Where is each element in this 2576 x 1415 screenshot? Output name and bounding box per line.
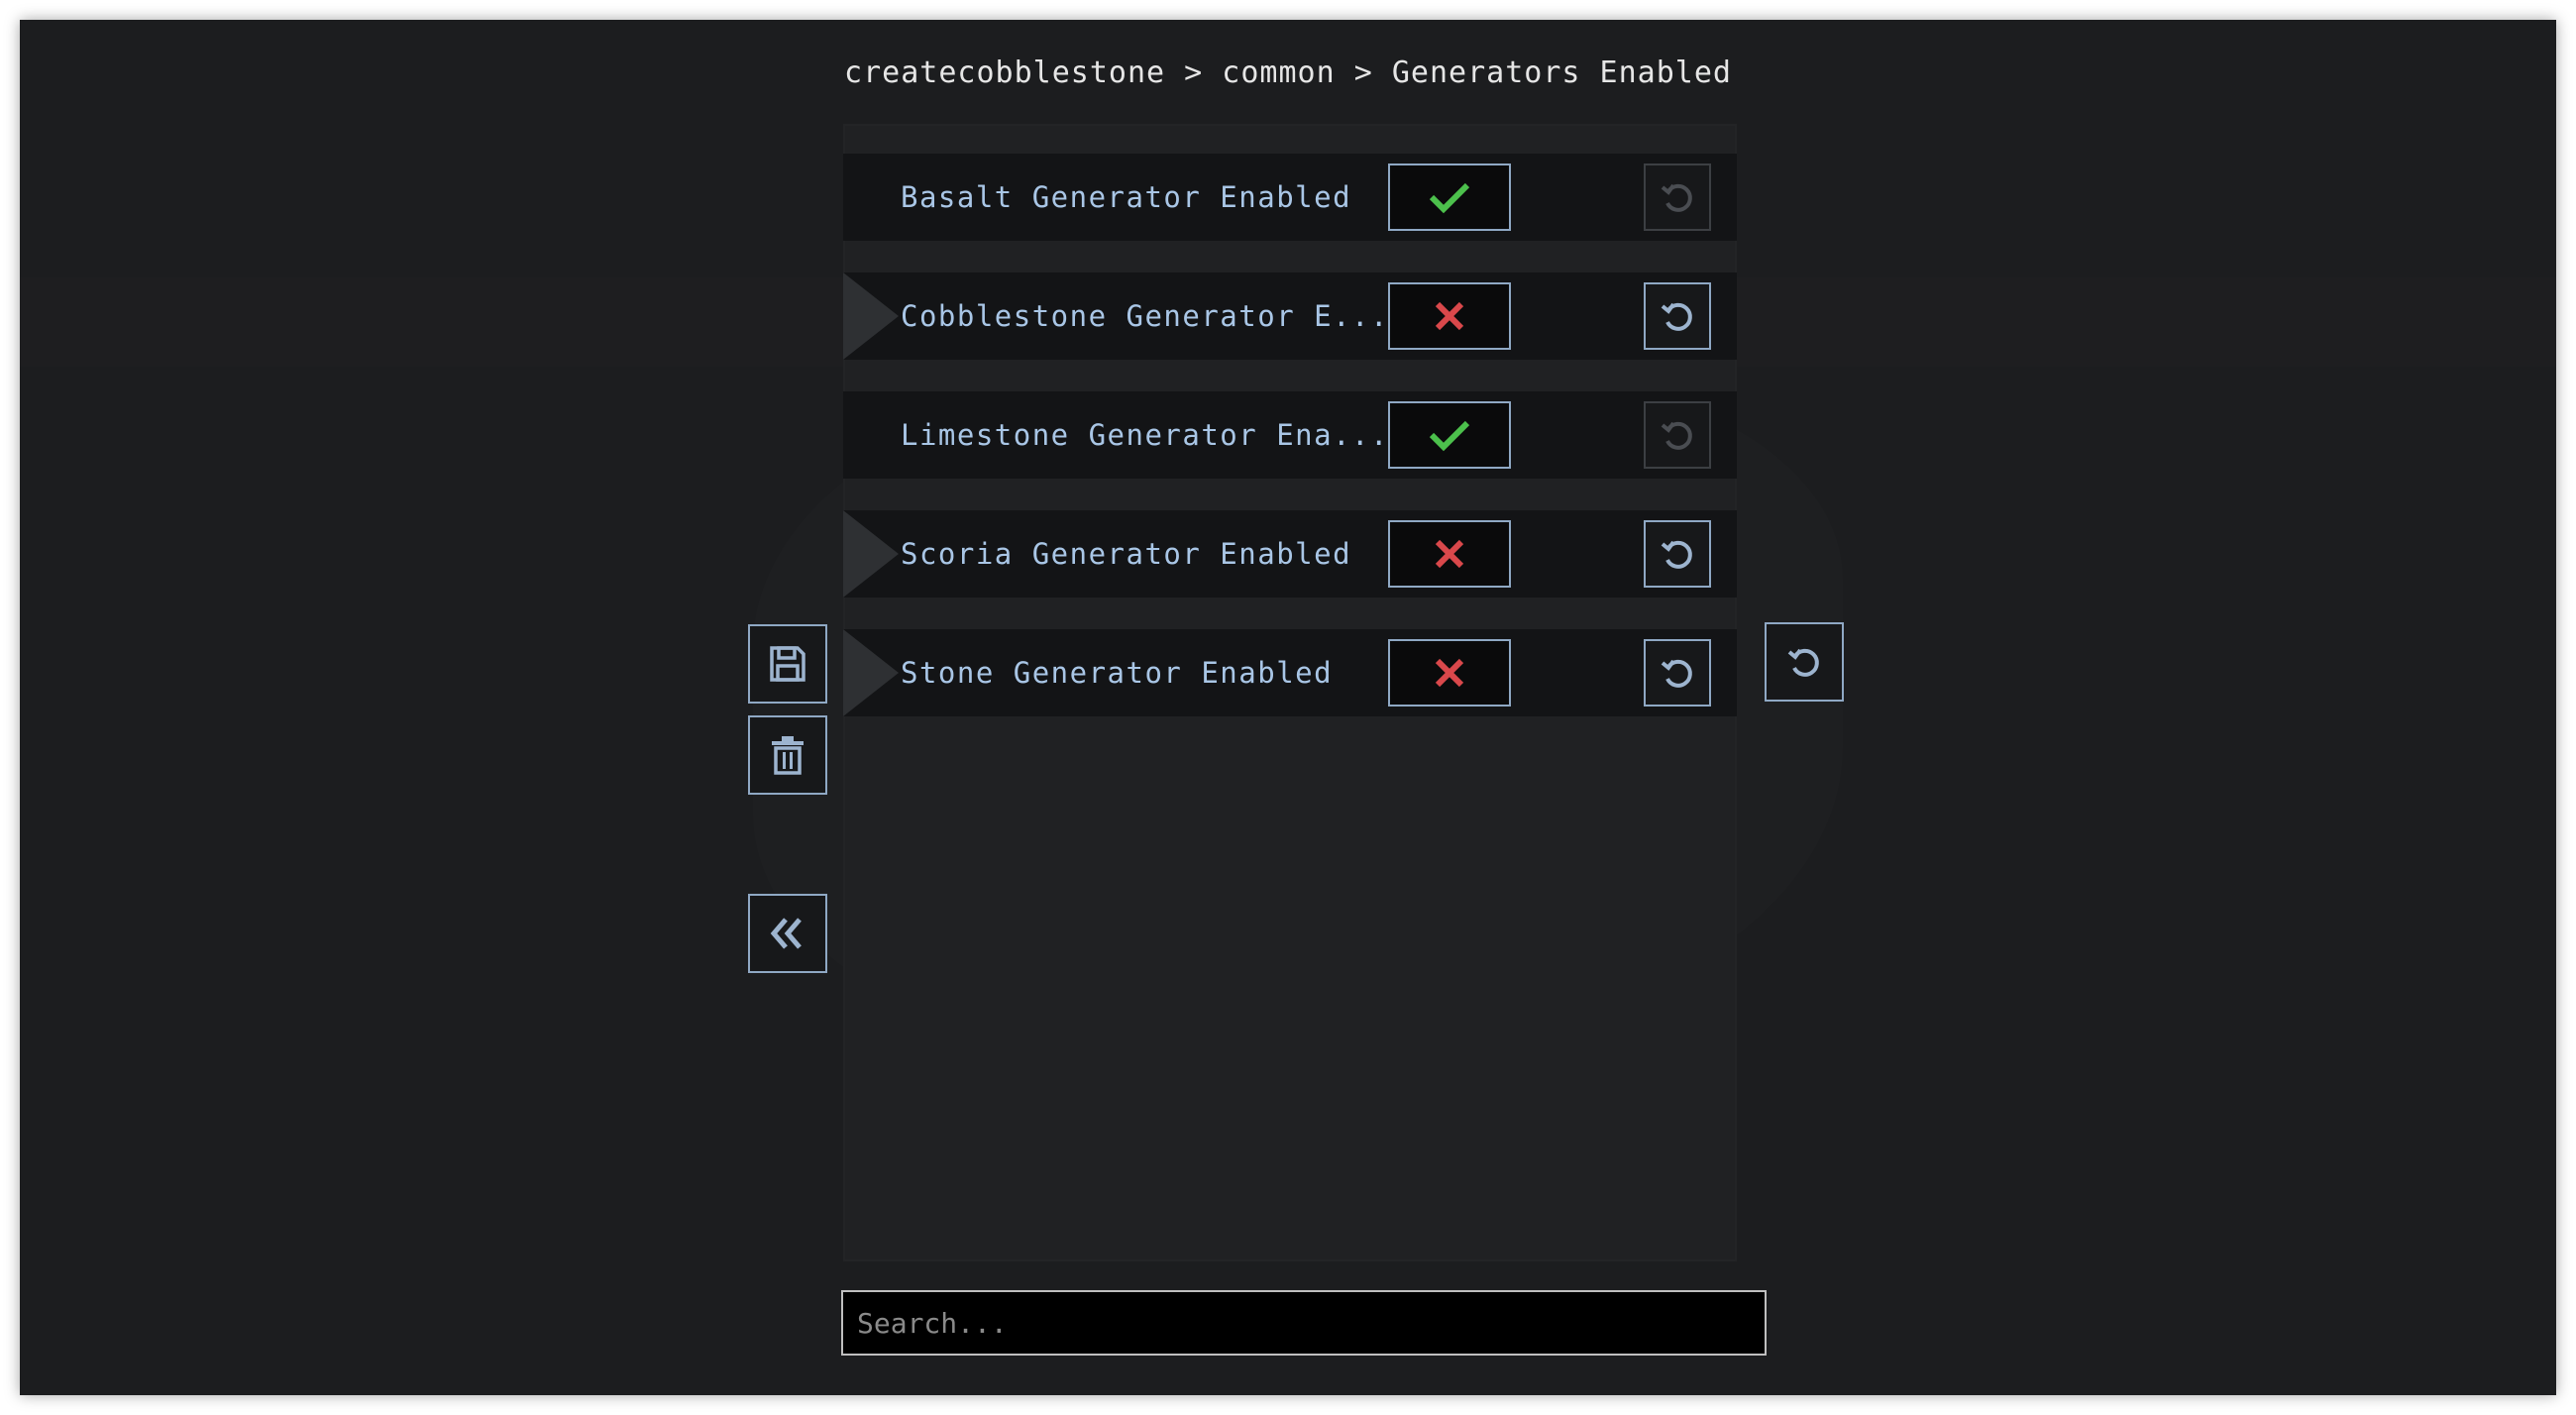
floppy-disk-icon xyxy=(770,646,805,682)
config-row: Limestone Generator Ena... xyxy=(843,391,1737,479)
reset-icon xyxy=(1661,302,1692,331)
reset-button[interactable] xyxy=(1644,282,1711,350)
reset-icon xyxy=(1661,540,1692,569)
changed-marker xyxy=(843,629,899,716)
config-row: Cobblestone Generator E... xyxy=(843,272,1737,360)
entry-label: Scoria Generator Enabled xyxy=(901,537,1352,571)
reset-icon xyxy=(1661,183,1692,212)
trash-icon xyxy=(772,736,804,775)
config-row: Basalt Generator Enabled xyxy=(843,154,1737,241)
cross-icon xyxy=(1435,539,1464,569)
config-screen: createcobblestone > common > Generators … xyxy=(20,20,2556,1395)
back-button[interactable] xyxy=(748,894,827,973)
changed-marker xyxy=(843,272,899,360)
checkmark-icon xyxy=(1429,182,1470,214)
toggle-button[interactable] xyxy=(1388,639,1511,707)
entry-label: Limestone Generator Ena... xyxy=(901,418,1389,452)
reset-icon xyxy=(1661,659,1692,688)
cross-icon xyxy=(1435,301,1464,331)
reset-button[interactable] xyxy=(1644,401,1711,469)
breadcrumb: createcobblestone > common > Generators … xyxy=(844,55,1732,90)
changed-marker xyxy=(843,510,899,598)
config-row: Scoria Generator Enabled xyxy=(843,510,1737,598)
config-row: Stone Generator Enabled xyxy=(843,629,1737,716)
entry-label: Cobblestone Generator E... xyxy=(901,299,1389,333)
delete-button[interactable] xyxy=(748,715,827,795)
reset-button[interactable] xyxy=(1644,520,1711,588)
entry-label: Basalt Generator Enabled xyxy=(901,180,1352,214)
toggle-button[interactable] xyxy=(1388,401,1511,469)
toggle-button[interactable] xyxy=(1388,163,1511,231)
reset-button[interactable] xyxy=(1644,163,1711,231)
reset-icon xyxy=(1661,421,1692,450)
toggle-button[interactable] xyxy=(1388,520,1511,588)
save-button[interactable] xyxy=(748,624,827,704)
cross-icon xyxy=(1435,658,1464,688)
reset-all-button[interactable] xyxy=(1765,622,1844,702)
entry-label: Stone Generator Enabled xyxy=(901,656,1334,690)
reset-icon xyxy=(1787,648,1819,677)
checkmark-icon xyxy=(1429,420,1470,452)
search-input[interactable] xyxy=(841,1290,1767,1356)
toggle-button[interactable] xyxy=(1388,282,1511,350)
reset-button[interactable] xyxy=(1644,639,1711,707)
double-chevron-left-icon xyxy=(770,918,802,949)
